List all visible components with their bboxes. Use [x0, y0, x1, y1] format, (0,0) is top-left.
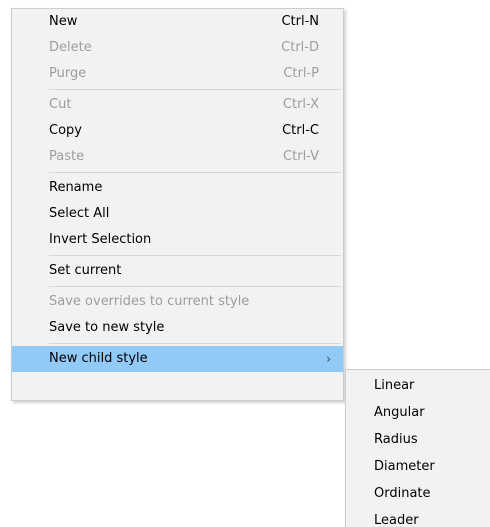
menu-item-shortcut: Ctrl-C	[282, 123, 319, 138]
new-child-style-submenu: Linear Angular Radius Diameter Ordinate …	[345, 369, 490, 527]
menu-item-label: Invert Selection	[49, 232, 152, 247]
menu-item-label: Paste	[49, 149, 85, 164]
menu-separator	[49, 89, 341, 90]
menu-item-new[interactable]: New Ctrl-N	[12, 9, 343, 35]
menu-item-shortcut: Ctrl-V	[283, 149, 319, 164]
menu-item-label: Select All	[49, 206, 110, 221]
menu-separator	[49, 343, 341, 344]
menu-item-cut: Cut Ctrl-X	[12, 92, 343, 118]
menu-item-label: Rename	[49, 180, 103, 195]
menu-item-label: Set current	[49, 263, 122, 278]
menu-separator	[49, 286, 341, 287]
menu-item-rename[interactable]: Rename	[12, 175, 343, 201]
menu-separator	[49, 255, 341, 256]
screen: New Ctrl-N Delete Ctrl-D Purge Ctrl-P Cu…	[0, 0, 490, 527]
menu-item-label: Copy	[49, 123, 82, 138]
menu-item-save-overrides: Save overrides to current style	[12, 289, 343, 315]
menu-item-label: Save to new style	[49, 320, 165, 335]
submenu-item-ordinate[interactable]: Ordinate	[346, 480, 490, 507]
menu-item-shortcut: Ctrl-D	[281, 40, 319, 55]
submenu-item-leader[interactable]: Leader	[346, 507, 490, 527]
menu-item-shortcut: Ctrl-N	[281, 14, 319, 29]
menu-item-save-to-new-style[interactable]: Save to new style	[12, 315, 343, 341]
menu-item-label: New	[49, 14, 78, 29]
submenu-item-diameter[interactable]: Diameter	[346, 453, 490, 480]
menu-item-purge: Purge Ctrl-P	[12, 61, 343, 87]
menu-item-label: Save overrides to current style	[49, 294, 250, 309]
menu-item-copy[interactable]: Copy Ctrl-C	[12, 118, 343, 144]
menu-item-label: New child style	[49, 351, 148, 366]
menu-item-label: Purge	[49, 66, 87, 81]
menu-separator	[49, 172, 341, 173]
menu-item-new-child-style[interactable]: New child style ›	[12, 346, 343, 372]
menu-item-shortcut: Ctrl-P	[283, 66, 319, 81]
menu-item-set-current[interactable]: Set current	[12, 258, 343, 284]
context-menu: New Ctrl-N Delete Ctrl-D Purge Ctrl-P Cu…	[11, 8, 344, 401]
submenu-item-linear[interactable]: Linear	[346, 372, 490, 399]
chevron-right-icon: ›	[326, 352, 331, 366]
submenu-item-radius[interactable]: Radius	[346, 426, 490, 453]
menu-item-invert-selection[interactable]: Invert Selection	[12, 227, 343, 253]
menu-item-shortcut: Ctrl-X	[282, 97, 319, 112]
menu-item-label: Cut	[49, 97, 72, 112]
submenu-item-angular[interactable]: Angular	[346, 399, 490, 426]
menu-item-paste: Paste Ctrl-V	[12, 144, 343, 170]
menu-item-select-all[interactable]: Select All	[12, 201, 343, 227]
menu-item-delete: Delete Ctrl-D	[12, 35, 343, 61]
menu-item-label: Delete	[49, 40, 92, 55]
